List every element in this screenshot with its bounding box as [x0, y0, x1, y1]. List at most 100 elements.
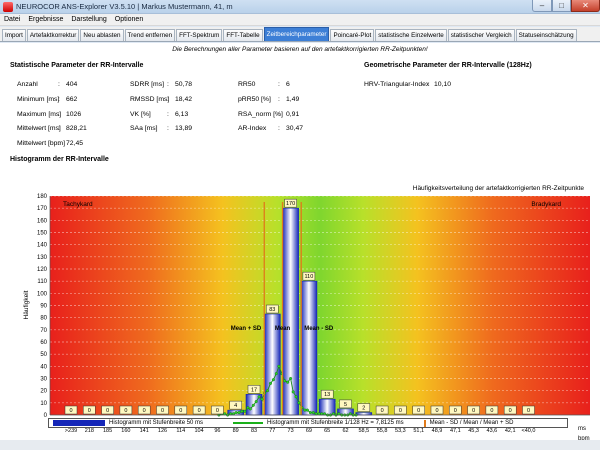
- y-tick-label: 50: [40, 352, 47, 358]
- y-tick-label: 130: [37, 255, 48, 261]
- y-tick-label: 80: [40, 316, 47, 322]
- y-tick-label: 90: [40, 304, 47, 310]
- x-tick-label-bpm: 58,5: [358, 428, 369, 434]
- bar-value-label: 0: [179, 408, 182, 414]
- fine-series-point: [286, 380, 290, 384]
- y-tick-label: 20: [40, 389, 47, 395]
- fine-series-point: [266, 389, 270, 393]
- param-separator: :: [58, 81, 60, 88]
- fine-series-point: [260, 397, 264, 401]
- legend-mean-label: Mean - SD / Mean / Mean + SD: [429, 420, 514, 426]
- x-tick-label-bpm: 55,8: [377, 428, 388, 434]
- bar-value-label: 0: [454, 408, 457, 414]
- x-tick-label-bpm: 69: [306, 428, 312, 434]
- x-unit-ms: ms: [578, 426, 586, 432]
- y-tick-label: 180: [37, 194, 48, 200]
- minimize-button[interactable]: –: [532, 0, 552, 12]
- menu-ergebnisse[interactable]: Ergebnisse: [28, 16, 63, 23]
- bar-value-label: 0: [143, 408, 146, 414]
- menu-darstellung[interactable]: Darstellung: [71, 16, 106, 23]
- bar-value-label: 4: [234, 403, 237, 409]
- bar-value-label: 0: [509, 408, 512, 414]
- x-tick-label-bpm: 83: [251, 428, 257, 434]
- menu-datei[interactable]: Datei: [4, 16, 20, 23]
- tab-poincare-plot[interactable]: Poincaré-Plot: [330, 29, 375, 41]
- x-tick-label-bpm: 62: [342, 428, 348, 434]
- tab-neu-ablasten[interactable]: Neu ablasten: [80, 29, 124, 41]
- x-tick-label-bpm: 141: [140, 428, 149, 434]
- y-tick-label: 140: [37, 243, 48, 249]
- y-tick-label: 110: [37, 279, 47, 285]
- fine-series-point: [291, 390, 295, 394]
- param-label: HRV-Triangular-Index: [364, 81, 430, 88]
- bar-value-label: 0: [417, 408, 420, 414]
- bar-value-label: 2: [362, 406, 365, 412]
- tab-statuseinschaetzung[interactable]: Statuseinschätzung: [515, 29, 577, 41]
- fine-series-point: [311, 411, 315, 415]
- tab-trend-entfernen[interactable]: Trend entfernen: [124, 29, 176, 41]
- legend-line-label: Histogramm mit Stufenbreite 1/128 Hz = 7…: [267, 420, 404, 426]
- bar-value-label: 0: [161, 408, 164, 414]
- mean-line-label: Mean + SD: [231, 326, 262, 332]
- x-tick-label-bpm: 43,6: [487, 428, 498, 434]
- fine-series-point: [297, 401, 301, 405]
- fine-series-point: [289, 376, 293, 380]
- x-tick-label-bpm: 89: [233, 428, 239, 434]
- calculation-note: Die Berechnungen aller Parameter basiere…: [172, 46, 428, 53]
- param-label: RR50: [238, 81, 256, 88]
- fine-series-point: [277, 364, 281, 368]
- tab-statistischer-vergleich[interactable]: statistischer Vergleich: [447, 29, 515, 41]
- legend-bar-swatch: [53, 420, 105, 426]
- menu-optionen[interactable]: Optionen: [115, 16, 143, 23]
- param-value: 828,21: [66, 125, 87, 132]
- bar-value-label: 0: [198, 408, 201, 414]
- param-label: Anzahl: [17, 81, 38, 88]
- fine-series-point: [303, 408, 307, 412]
- y-tick-label: 60: [40, 340, 47, 346]
- bar-value-label: 5: [344, 402, 347, 408]
- param-label: Maximum [ms]: [17, 111, 62, 118]
- bar-value-label: 0: [435, 408, 438, 414]
- histogram-svg: Mean + SD Mean Mean - SD 0 0 0 0 0 0 0 0 0 4 17 83 170…: [23, 185, 590, 442]
- y-tick-label: 70: [40, 328, 47, 334]
- chart-title: Häufigkeitsverteilung der artefaktkorrig…: [413, 185, 585, 192]
- param-separator: :: [58, 140, 60, 147]
- x-tick-label-bpm: 47,1: [450, 428, 461, 434]
- app-icon: [3, 1, 13, 12]
- close-button[interactable]: ✕: [571, 0, 600, 12]
- param-label: RMSSD [ms]: [130, 96, 170, 103]
- tab-fft-spektrum[interactable]: FFT-Spektrum: [176, 29, 223, 41]
- param-separator: :: [58, 125, 60, 132]
- x-tick-label-bpm: 160: [121, 428, 130, 434]
- legend-mean-swatch: [423, 419, 426, 427]
- tab-fft-tabelle[interactable]: FFT-Tabelle: [223, 29, 263, 41]
- bradykard-label: Bradykard: [531, 201, 561, 208]
- fine-series-point: [254, 400, 258, 404]
- legend-line-swatch: [233, 422, 264, 424]
- fine-series-point: [294, 395, 298, 399]
- param-value: 18,42: [175, 96, 193, 103]
- x-tick-label-bpm: 114: [176, 428, 185, 434]
- param-separator: :: [278, 125, 280, 132]
- y-tick-label: 100: [37, 291, 48, 297]
- bar-value-label: 0: [399, 408, 402, 414]
- param-value: 0,91: [286, 111, 300, 118]
- bar-value-label: 0: [490, 408, 493, 414]
- bar-value-label: 0: [69, 408, 72, 414]
- y-tick-label: 160: [37, 218, 48, 224]
- y-tick-label: 170: [37, 206, 48, 212]
- tab-artefaktkorrektur[interactable]: Artefaktkorrektur: [26, 29, 80, 41]
- histogram-bar: [300, 280, 318, 416]
- maximize-button[interactable]: □: [552, 0, 571, 12]
- title-bar: NEUROCOR ANS-Explorer V3.5.10 | Markus M…: [0, 0, 600, 14]
- x-tick-label-bpm: 45,3: [468, 428, 479, 434]
- y-axis-label: Häufigkeit: [23, 290, 30, 319]
- param-value: 662: [66, 96, 78, 103]
- tab-zeitbereichparameter[interactable]: Zeitbereichparameter: [263, 27, 330, 41]
- x-tick-label-bpm: 65: [324, 428, 330, 434]
- fine-series-point: [305, 408, 309, 412]
- tab-statistische-einzelwerte[interactable]: statistische Einzelwerte: [375, 29, 447, 41]
- tab-import[interactable]: Import: [2, 29, 26, 41]
- chart-legend: Histogramm mit Stufenbreite 50 ms Histog…: [48, 418, 568, 428]
- tab-bar: Import Artefaktkorrektur Neu ablasten Tr…: [0, 27, 600, 42]
